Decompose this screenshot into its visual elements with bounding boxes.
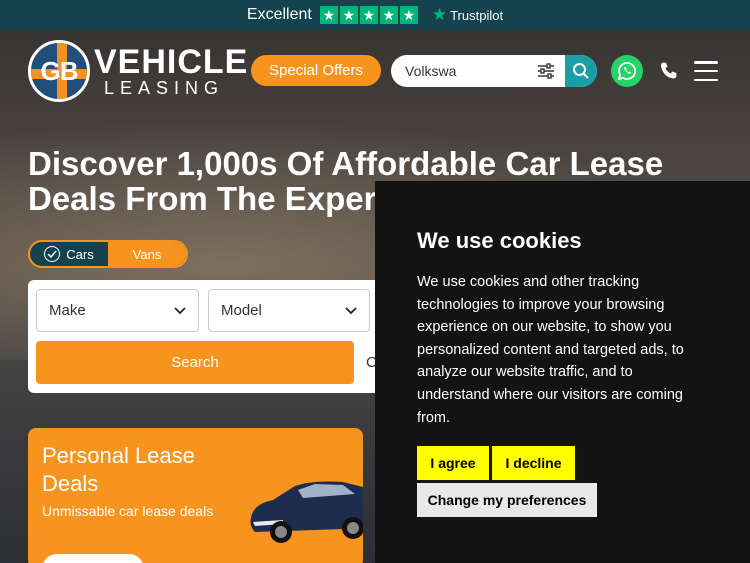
rating-label: Excellent (246, 6, 312, 23)
model-select[interactable]: Model (208, 289, 370, 332)
star-icon: ★ (339, 6, 358, 24)
special-offers-button[interactable]: Special Offers (251, 55, 381, 86)
toggle-vans[interactable]: Vans (108, 242, 186, 266)
cookie-consent-dialog: We use cookies We use cookies and other … (375, 181, 750, 563)
whatsapp-icon[interactable] (611, 55, 643, 87)
make-select[interactable]: Make (36, 289, 199, 332)
lease-search-panel: Make Model Search C (28, 280, 388, 393)
toggle-cars[interactable]: Cars (30, 242, 108, 266)
rating-stars: ★ ★ ★ ★ ★ (319, 6, 418, 24)
trustpilot-star-icon: ★ (431, 5, 448, 24)
trustpilot-brand: Trustpilot (450, 7, 504, 23)
logo-badge: GB (28, 40, 90, 102)
search-button[interactable]: Search (36, 341, 354, 384)
personal-lease-card[interactable]: Personal Lease Deals Unmissable car leas… (28, 428, 363, 563)
check-icon (44, 246, 61, 262)
star-icon: ★ (399, 6, 418, 24)
chevron-down-icon (174, 302, 186, 319)
hamburger-menu-icon[interactable] (694, 61, 718, 81)
trustpilot-bar[interactable]: Excellent ★ ★ ★ ★ ★ ★ Trustpilot (0, 0, 750, 30)
cookie-description: We use cookies and other tracking techno… (417, 274, 684, 426)
promo-title: Personal Lease Deals (42, 443, 195, 496)
promo-button[interactable] (42, 554, 144, 563)
cookie-title: We use cookies (417, 228, 582, 253)
promo-subtitle: Unmissable car lease deals (42, 503, 214, 519)
search-icon[interactable] (565, 55, 597, 87)
phone-icon[interactable] (657, 59, 681, 83)
logo-text-vehicle: VEHICLE (94, 43, 249, 81)
chevron-down-icon (345, 302, 357, 319)
cookie-agree-button[interactable]: I agree (417, 446, 489, 480)
star-icon: ★ (359, 6, 378, 24)
cookie-preferences-button[interactable]: Change my preferences (417, 483, 597, 517)
logo-text-leasing: LEASING (104, 78, 225, 98)
star-icon: ★ (379, 6, 398, 24)
trustpilot-logo: ★ Trustpilot (432, 5, 503, 25)
search-input[interactable] (391, 63, 531, 79)
vehicle-type-toggle[interactable]: Cars Vans (28, 240, 188, 268)
star-icon: ★ (319, 6, 338, 24)
vehicle-search[interactable] (391, 55, 597, 87)
cookie-decline-button[interactable]: I decline (492, 446, 575, 480)
site-logo[interactable]: GB VEHICLE LEASING (28, 40, 248, 102)
car-image (250, 481, 363, 543)
filter-icon[interactable] (531, 55, 561, 87)
